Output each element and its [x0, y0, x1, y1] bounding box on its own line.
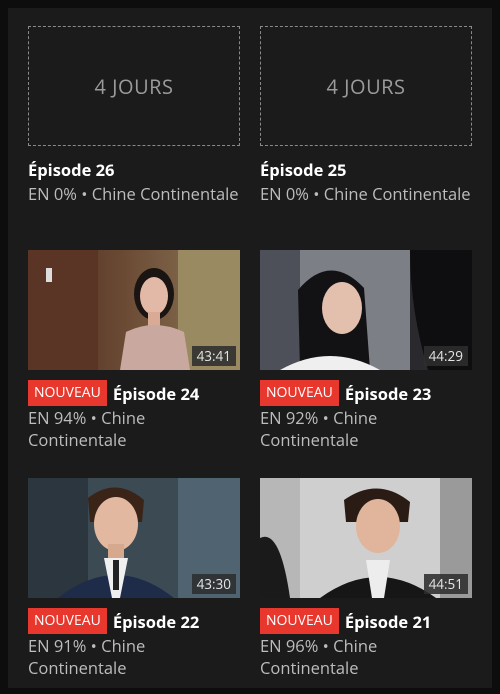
- episode-region: Chine Continentale: [323, 182, 471, 205]
- episode-meta: EN 94% • Chine Continentale: [28, 407, 240, 451]
- episode-grid: 4 JOURS Épisode 26 EN 0% • Chine Contine…: [8, 8, 492, 688]
- episode-title-row: NOUVEAU Épisode 23: [260, 380, 472, 406]
- episode-card-24[interactable]: 43:41 NOUVEAU Épisode 24 EN 94% • Chine …: [28, 250, 240, 451]
- new-badge: NOUVEAU: [260, 608, 339, 634]
- upcoming-placeholder: 4 JOURS: [28, 26, 240, 146]
- episode-progress: EN 94%: [28, 406, 87, 429]
- episode-title[interactable]: Épisode 26: [28, 158, 114, 181]
- episode-title[interactable]: Épisode 24: [113, 382, 199, 405]
- episode-card-21[interactable]: 44:51 NOUVEAU Épisode 21 EN 96% • Chine …: [260, 478, 472, 679]
- episode-region: Chine Continentale: [91, 182, 239, 205]
- new-badge: NOUVEAU: [28, 380, 107, 406]
- new-badge: NOUVEAU: [260, 380, 339, 406]
- episode-title-row: NOUVEAU Épisode 24: [28, 380, 240, 406]
- separator-dot: •: [318, 406, 334, 429]
- days-until-release: 4 JOURS: [94, 72, 174, 100]
- duration-label: 44:29: [423, 346, 468, 366]
- separator-dot: •: [86, 406, 102, 429]
- duration-label: 44:51: [423, 574, 468, 594]
- episode-progress: EN 92%: [260, 406, 319, 429]
- episode-meta: EN 96% • Chine Continentale: [260, 635, 472, 679]
- separator-dot: •: [318, 634, 334, 657]
- episode-meta: EN 91% • Chine Continentale: [28, 635, 240, 679]
- episode-title-row: NOUVEAU Épisode 22: [28, 608, 240, 634]
- episode-card-26[interactable]: 4 JOURS Épisode 26 EN 0% • Chine Contine…: [28, 26, 240, 205]
- episode-title[interactable]: Épisode 23: [345, 382, 431, 405]
- episode-title-row: Épisode 25: [260, 156, 472, 182]
- episode-card-25[interactable]: 4 JOURS Épisode 25 EN 0% • Chine Contine…: [260, 26, 472, 205]
- episode-card-22[interactable]: 43:30 NOUVEAU Épisode 22 EN 91% • Chine …: [28, 478, 240, 679]
- episode-title[interactable]: Épisode 21: [345, 610, 431, 633]
- duration-label: 43:41: [191, 346, 236, 366]
- episode-meta: EN 0% • Chine Continentale: [260, 183, 472, 205]
- episode-thumbnail[interactable]: 43:30: [28, 478, 240, 598]
- episode-title[interactable]: Épisode 22: [113, 610, 199, 633]
- separator-dot: •: [308, 182, 324, 205]
- episode-thumbnail[interactable]: 43:41: [28, 250, 240, 370]
- separator-dot: •: [76, 182, 92, 205]
- episode-thumbnail[interactable]: 44:51: [260, 478, 472, 598]
- episode-thumbnail[interactable]: 44:29: [260, 250, 472, 370]
- episode-title-row: NOUVEAU Épisode 21: [260, 608, 472, 634]
- separator-dot: •: [86, 634, 102, 657]
- new-badge: NOUVEAU: [28, 608, 107, 634]
- episode-progress: EN 0%: [260, 182, 309, 205]
- episode-progress: EN 96%: [260, 634, 319, 657]
- upcoming-placeholder: 4 JOURS: [260, 26, 472, 146]
- episode-title-row: Épisode 26: [28, 156, 240, 182]
- episode-meta: EN 92% • Chine Continentale: [260, 407, 472, 451]
- episode-card-23[interactable]: 44:29 NOUVEAU Épisode 23 EN 92% • Chine …: [260, 250, 472, 451]
- episode-title[interactable]: Épisode 25: [260, 158, 346, 181]
- episode-meta: EN 0% • Chine Continentale: [28, 183, 240, 205]
- episode-progress: EN 0%: [28, 182, 77, 205]
- episode-progress: EN 91%: [28, 634, 87, 657]
- days-until-release: 4 JOURS: [326, 72, 406, 100]
- duration-label: 43:30: [191, 574, 236, 594]
